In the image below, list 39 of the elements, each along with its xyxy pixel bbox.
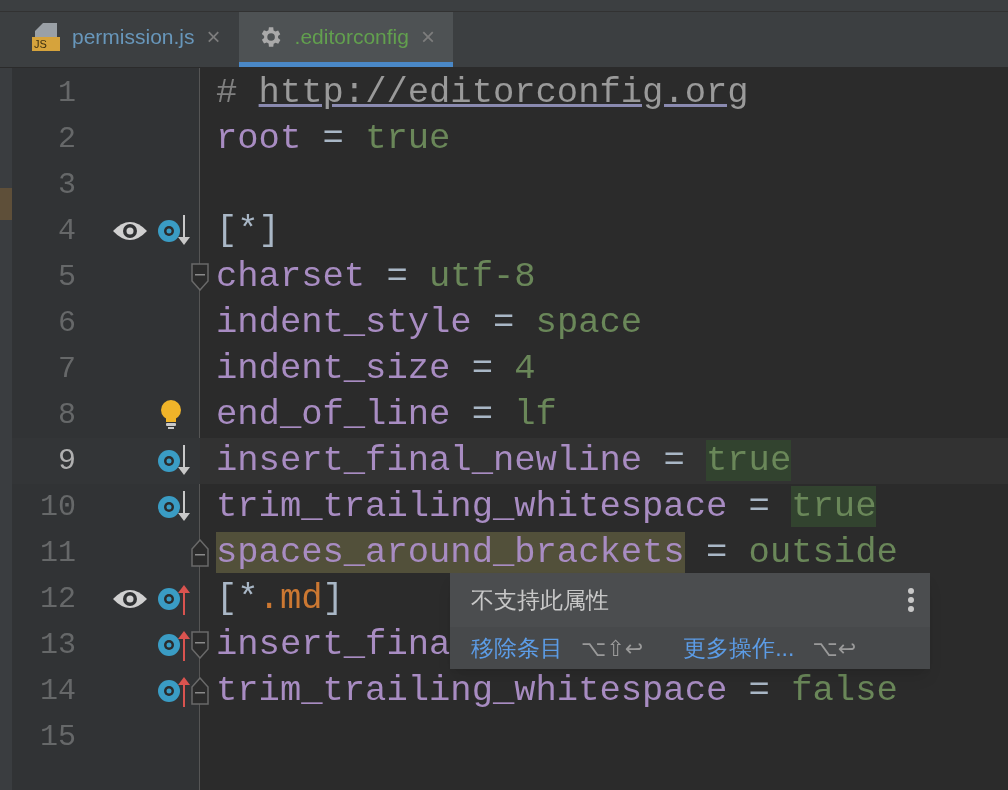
shortcut-hint: ⌥⇧↩ bbox=[581, 634, 644, 663]
code-line: trim_trailing_whitespace = false bbox=[216, 669, 898, 713]
close-icon[interactable]: × bbox=[206, 19, 221, 55]
ring-down-arrow-icon[interactable] bbox=[156, 445, 192, 477]
bulb-icon[interactable] bbox=[160, 400, 182, 430]
code-line: [*.md] bbox=[216, 577, 344, 621]
shortcut-hint: ⌥↩ bbox=[812, 634, 857, 663]
ring-up-arrow-icon[interactable] bbox=[156, 675, 192, 707]
code-line: # http://editorconfig.org bbox=[216, 71, 749, 115]
ring-down-arrow-icon[interactable] bbox=[156, 491, 192, 523]
code-line: insert_fina bbox=[216, 623, 451, 667]
ring-down-arrow-icon[interactable] bbox=[156, 215, 192, 247]
action-link[interactable]: 移除条目 bbox=[471, 630, 563, 666]
fold-icon[interactable] bbox=[191, 677, 209, 705]
fold-icon[interactable] bbox=[191, 263, 209, 291]
code-line: charset = utf-8 bbox=[216, 255, 536, 299]
code-line: root = true bbox=[216, 117, 451, 161]
file-type-badge: JS bbox=[32, 37, 60, 51]
bookmark-marker bbox=[0, 188, 12, 220]
tab-label: .editorconfig bbox=[294, 24, 409, 51]
action-link[interactable]: 更多操作... bbox=[683, 630, 795, 666]
line-number: 9 bbox=[57, 442, 76, 480]
popup-message: 不支持此属性 bbox=[471, 585, 609, 615]
code-line: insert_final_newline = true bbox=[216, 439, 792, 483]
code-line: indent_size = 4 bbox=[216, 347, 536, 391]
fold-icon[interactable] bbox=[191, 539, 209, 567]
ring-up-arrow-icon[interactable] bbox=[156, 583, 192, 615]
tab-label: permission.js bbox=[72, 24, 195, 51]
code-line: spaces_around_brackets = outside bbox=[216, 531, 898, 575]
editor-tab[interactable]: .editorconfig × bbox=[238, 12, 453, 67]
fold-icon[interactable] bbox=[191, 631, 209, 659]
code-line: trim_trailing_whitespace = true bbox=[216, 485, 877, 529]
code-line: [*] bbox=[216, 209, 280, 253]
code-line: indent_style = space bbox=[216, 301, 643, 345]
ring-up-arrow-icon[interactable] bbox=[156, 629, 192, 661]
close-icon[interactable]: × bbox=[420, 19, 435, 55]
more-icon[interactable] bbox=[906, 587, 916, 613]
code-line: end_of_line = lf bbox=[216, 393, 557, 437]
editor-tab[interactable]: JS permission.js × bbox=[14, 12, 239, 67]
